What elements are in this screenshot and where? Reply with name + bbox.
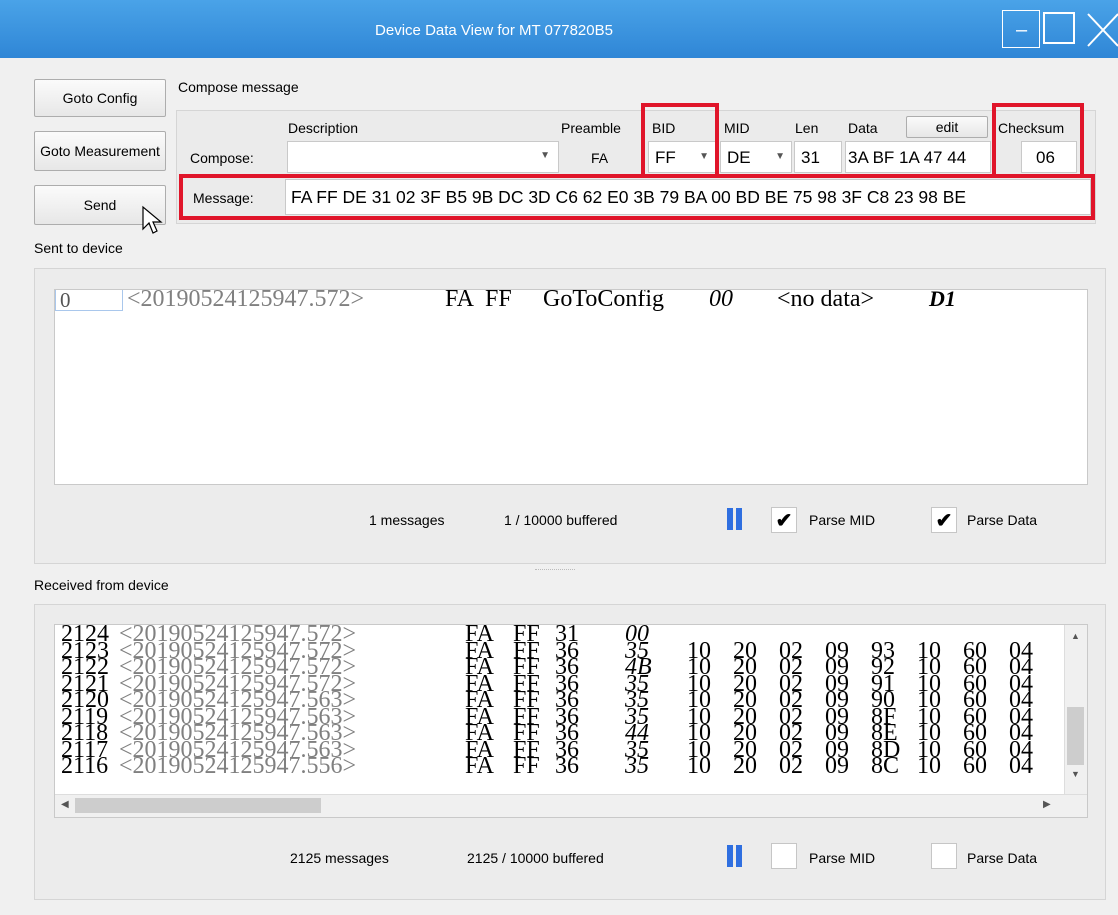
cell-data-byte: 10 xyxy=(917,753,941,779)
row-index: 0 xyxy=(55,290,123,312)
pause-icon xyxy=(736,845,742,867)
preamble-header: Preamble xyxy=(561,120,621,136)
row-preamble: FA xyxy=(445,289,474,312)
preamble-value: FA xyxy=(591,150,609,166)
cell-pre: FA xyxy=(465,753,494,779)
cell-data-byte: 02 xyxy=(779,753,803,779)
cell-data-byte: 04 xyxy=(1009,753,1033,779)
data-header: Data xyxy=(848,120,878,136)
mouse-cursor-icon xyxy=(142,205,163,234)
description-combo[interactable]: ▼ xyxy=(287,141,559,173)
vertical-scrollbar[interactable]: ▲ ▼ xyxy=(1064,625,1087,795)
pause-icon xyxy=(727,508,733,530)
len-input[interactable]: 31 xyxy=(794,141,842,173)
data-input[interactable]: 3A BF 1A 47 44 xyxy=(845,141,991,173)
message-label: Message: xyxy=(193,190,254,206)
compose-message-label: Compose message xyxy=(178,79,299,95)
cell-data-byte: 60 xyxy=(963,753,987,779)
checksum-highlight xyxy=(992,103,1084,178)
cell-idx: 2116 xyxy=(61,753,109,779)
sent-message-count: 1 messages xyxy=(369,512,445,528)
list-item[interactable]: 0 <20190524125947.572> FA FF GoToConfig … xyxy=(55,290,1055,314)
len-header: Len xyxy=(795,120,819,136)
received-parse-mid-checkbox[interactable] xyxy=(771,843,797,869)
cell-mid: 36 xyxy=(555,753,579,779)
received-message-count: 2125 messages xyxy=(290,850,389,866)
pause-icon xyxy=(727,845,733,867)
chevron-down-icon: ▼ xyxy=(775,151,785,162)
received-parse-mid-label: Parse MID xyxy=(809,850,876,866)
pause-icon xyxy=(736,508,742,530)
received-parse-data-checkbox[interactable] xyxy=(931,843,957,869)
cell-data-byte: 8C xyxy=(871,753,900,779)
cell-data-byte: 10 xyxy=(687,753,711,779)
close-button[interactable] xyxy=(1080,10,1118,48)
mid-header: MID xyxy=(724,120,750,136)
row-len: 00 xyxy=(709,289,733,312)
splitter-handle[interactable] xyxy=(535,569,575,572)
sent-pause-button[interactable] xyxy=(727,508,747,530)
chevron-down-icon: ▼ xyxy=(540,150,550,161)
minimize-button[interactable]: – xyxy=(1002,10,1040,48)
mid-value: DE xyxy=(727,148,751,167)
minimize-icon: – xyxy=(1016,19,1028,41)
window-title: Device Data View for MT 077820B5 xyxy=(375,22,613,39)
row-mid: GoToConfig xyxy=(543,289,664,312)
len-value: 31 xyxy=(801,148,820,167)
scroll-right-icon[interactable]: ▶ xyxy=(1043,799,1051,810)
received-buffered: 2125 / 10000 buffered xyxy=(467,850,604,866)
received-label: Received from device xyxy=(34,577,169,593)
sent-parse-data-checkbox[interactable]: ✔ xyxy=(931,507,957,533)
close-icon xyxy=(1087,13,1118,47)
row-data: <no data> xyxy=(777,289,875,312)
row-checksum: D1 xyxy=(929,289,956,311)
cell-ts: <20190524125947.556> xyxy=(119,753,357,779)
description-header: Description xyxy=(288,120,359,136)
scroll-down-icon[interactable]: ▼ xyxy=(1071,769,1080,779)
cell-bid: FF xyxy=(513,753,540,779)
maximize-button[interactable] xyxy=(1041,10,1079,48)
received-list[interactable]: 2124 <20190524125947.572> FA FF 31 00 2123 <201… xyxy=(54,624,1088,818)
sent-label: Sent to device xyxy=(34,240,123,256)
cell-data-byte: 20 xyxy=(733,753,757,779)
received-rows: 2124 <20190524125947.572> FA FF 31 00 2123 <201… xyxy=(55,625,1055,781)
sent-list[interactable]: 0 <20190524125947.572> FA FF GoToConfig … xyxy=(54,289,1088,485)
mid-combo[interactable]: DE ▼ xyxy=(720,141,792,173)
cell-data-byte: 09 xyxy=(825,753,849,779)
goto-measurement-button[interactable]: Goto Measurement xyxy=(34,131,166,171)
bid-highlight xyxy=(641,103,719,178)
goto-config-button[interactable]: Goto Config xyxy=(34,79,166,117)
sent-parse-data-label: Parse Data xyxy=(967,512,1038,528)
sent-parse-mid-checkbox[interactable]: ✔ xyxy=(771,507,797,533)
message-value: FA FF DE 31 02 3F B5 9B DC 3D C6 62 E0 3… xyxy=(291,187,967,207)
received-parse-data-label: Parse Data xyxy=(967,850,1038,866)
row-bid: FF xyxy=(485,289,512,312)
compose-label: Compose: xyxy=(190,150,254,166)
row-timestamp: <20190524125947.572> xyxy=(127,289,365,312)
horizontal-scrollbar[interactable]: ◀ ▶ xyxy=(55,794,1087,817)
scroll-thumb[interactable] xyxy=(1067,707,1084,765)
data-value: 3A BF 1A 47 44 xyxy=(848,148,967,167)
edit-button[interactable]: edit xyxy=(906,116,988,138)
scroll-left-icon[interactable]: ◀ xyxy=(61,799,69,810)
cell-len: 35 xyxy=(625,753,649,779)
received-pause-button[interactable] xyxy=(727,845,747,867)
sent-parse-mid-label: Parse MID xyxy=(809,512,876,528)
scroll-up-icon[interactable]: ▲ xyxy=(1071,631,1080,641)
maximize-icon xyxy=(1043,12,1075,44)
scroll-thumb[interactable] xyxy=(75,798,321,813)
sent-buffered: 1 / 10000 buffered xyxy=(504,512,618,528)
message-field: FA FF DE 31 02 3F B5 9B DC 3D C6 62 E0 3… xyxy=(285,179,1091,215)
